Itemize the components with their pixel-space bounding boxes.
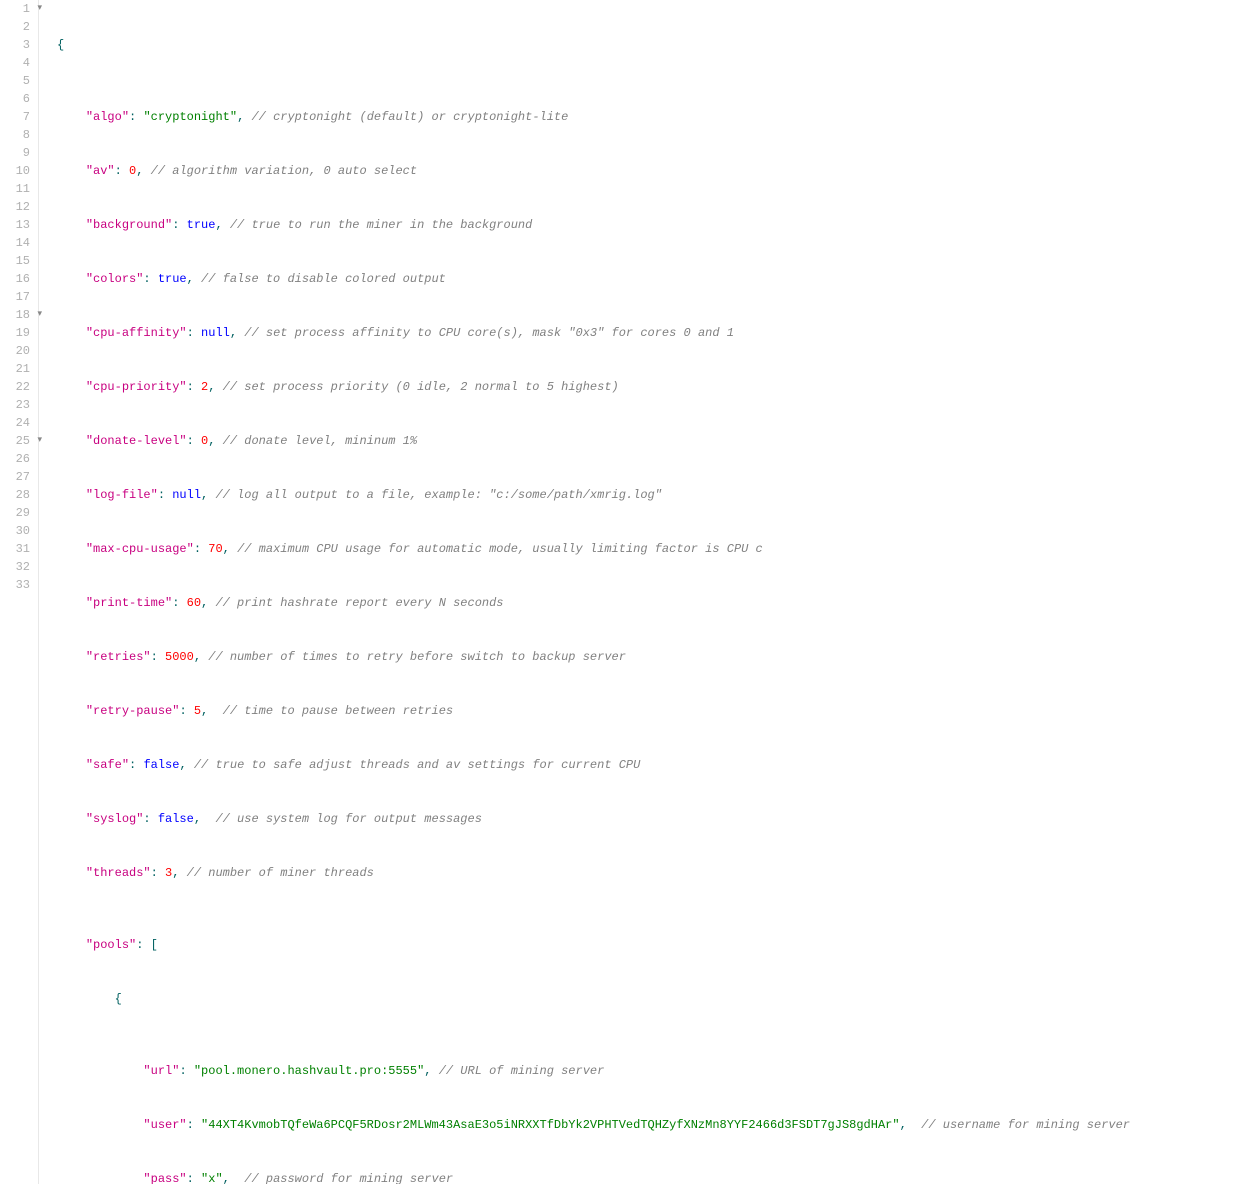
code-line: "av": 0, // algorithm variation, 0 auto … (57, 162, 1130, 180)
line-number: 16 (4, 270, 30, 288)
code-line: "retries": 5000, // number of times to r… (57, 648, 1130, 666)
line-number: 15 (4, 252, 30, 270)
code-line: "threads": 3, // number of miner threads (57, 864, 1130, 882)
line-number: 20 (4, 342, 30, 360)
code-area[interactable]: { "algo": "cryptonight", // cryptonight … (39, 0, 1130, 1184)
line-number: 17 (4, 288, 30, 306)
code-line: "algo": "cryptonight", // cryptonight (d… (57, 108, 1130, 126)
line-number: 18▾ (4, 306, 30, 324)
line-number: 27 (4, 468, 30, 486)
code-line: "user": "44XT4KvmobTQfeWa6PCQF5RDosr2MLW… (57, 1116, 1130, 1134)
line-number: 1▾ (4, 0, 30, 18)
code-line: "retry-pause": 5, // time to pause betwe… (57, 702, 1130, 720)
code-line: { (57, 990, 1130, 1008)
line-number: 30 (4, 522, 30, 540)
code-line: "pass": "x", // password for mining serv… (57, 1170, 1130, 1184)
line-number: 10 (4, 162, 30, 180)
code-line: "cpu-affinity": null, // set process aff… (57, 324, 1130, 342)
code-editor: 1▾23456789101112131415161718▾19202122232… (0, 0, 1255, 1184)
line-number: 6 (4, 90, 30, 108)
code-line: "log-file": null, // log all output to a… (57, 486, 1130, 504)
line-number: 14 (4, 234, 30, 252)
code-line: "syslog": false, // use system log for o… (57, 810, 1130, 828)
line-number: 26 (4, 450, 30, 468)
code-line: "max-cpu-usage": 70, // maximum CPU usag… (57, 540, 1130, 558)
line-number: 3 (4, 36, 30, 54)
code-line: "url": "pool.monero.hashvault.pro:5555",… (57, 1062, 1130, 1080)
line-number: 9 (4, 144, 30, 162)
line-number: 2 (4, 18, 30, 36)
line-number: 29 (4, 504, 30, 522)
line-number: 4 (4, 54, 30, 72)
line-number: 21 (4, 360, 30, 378)
code-line: "pools": [ (57, 936, 1130, 954)
code-line: "safe": false, // true to safe adjust th… (57, 756, 1130, 774)
code-line: "cpu-priority": 2, // set process priori… (57, 378, 1130, 396)
line-number: 19 (4, 324, 30, 342)
line-number: 31 (4, 540, 30, 558)
line-number: 23 (4, 396, 30, 414)
line-number: 8 (4, 126, 30, 144)
line-number: 5 (4, 72, 30, 90)
line-number: 7 (4, 108, 30, 126)
code-line: "donate-level": 0, // donate level, mini… (57, 432, 1130, 450)
line-number: 25▾ (4, 432, 30, 450)
code-line: "print-time": 60, // print hashrate repo… (57, 594, 1130, 612)
code-line: { (57, 36, 1130, 54)
line-number: 32 (4, 558, 30, 576)
line-number: 11 (4, 180, 30, 198)
line-number: 12 (4, 198, 30, 216)
fold-toggle-icon[interactable]: ▾ (37, 434, 42, 448)
line-number: 28 (4, 486, 30, 504)
line-gutter: 1▾23456789101112131415161718▾19202122232… (0, 0, 39, 1184)
fold-toggle-icon[interactable]: ▾ (37, 2, 42, 16)
code-line: "colors": true, // false to disable colo… (57, 270, 1130, 288)
line-number: 22 (4, 378, 30, 396)
line-number: 13 (4, 216, 30, 234)
fold-toggle-icon[interactable]: ▾ (37, 308, 42, 322)
line-number: 33 (4, 576, 30, 594)
code-line: "background": true, // true to run the m… (57, 216, 1130, 234)
line-number: 24 (4, 414, 30, 432)
